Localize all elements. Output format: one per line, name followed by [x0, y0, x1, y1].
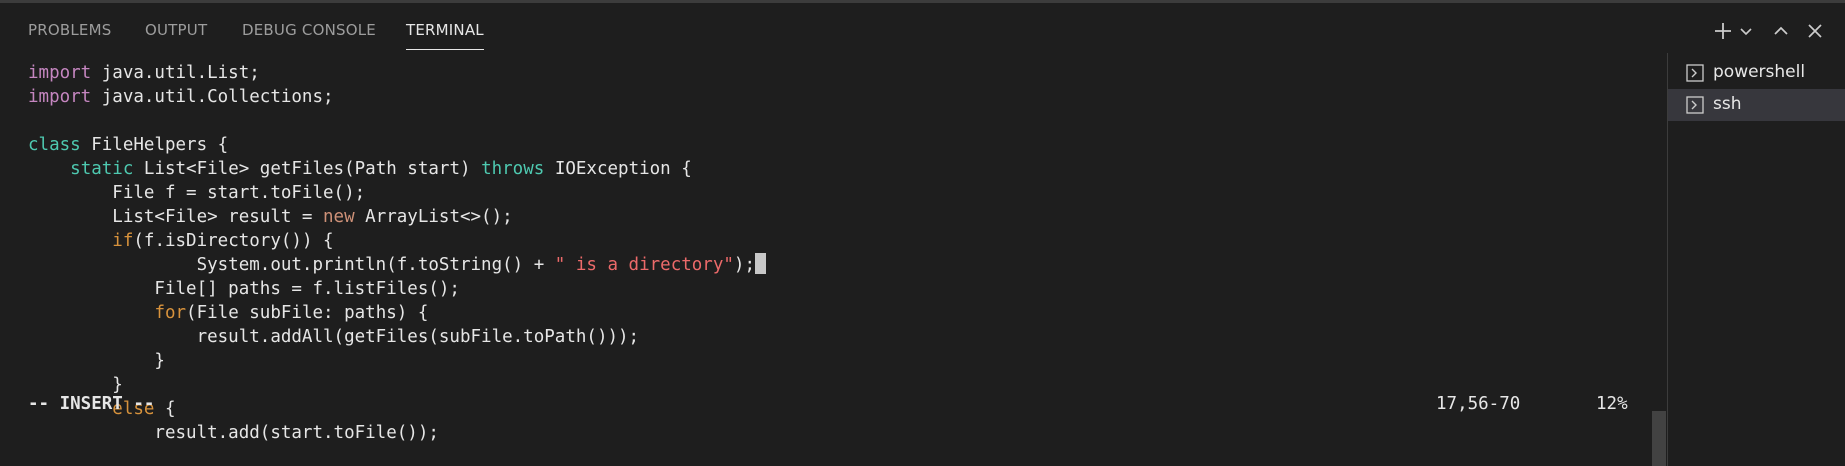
- terminal-item-label: powershell: [1713, 62, 1806, 82]
- terminal-icon: [1686, 64, 1704, 82]
- terminal-item-label: ssh: [1713, 94, 1742, 114]
- code-token: (f.isDirectory()) {: [133, 231, 334, 251]
- code-token: class: [28, 135, 81, 155]
- terminal-list: powershell ssh: [1667, 53, 1845, 466]
- terminal-code: import java.util.List; import java.util.C…: [28, 61, 766, 445]
- scroll-percent: 12%: [1596, 394, 1628, 414]
- plus-icon: [1715, 23, 1731, 39]
- terminal-scrollbar-thumb[interactable]: [1652, 411, 1666, 466]
- code-token: java.util.Collections;: [91, 87, 334, 107]
- code-line: result.add(start.toFile());: [28, 421, 766, 445]
- code-token: result.add(start.toFile());: [28, 423, 439, 443]
- code-token: );: [733, 255, 755, 275]
- terminal-icon: [1686, 96, 1704, 114]
- code-token: File f = start.toFile();: [28, 183, 366, 203]
- code-token: FileHelpers {: [80, 135, 229, 155]
- terminal-item-ssh[interactable]: ssh: [1668, 89, 1845, 121]
- tab-output[interactable]: OUTPUT: [145, 21, 207, 49]
- code-line: }: [28, 349, 766, 373]
- code-token: }: [28, 351, 165, 371]
- code-line: if(f.isDirectory()) {: [28, 229, 766, 253]
- code-line: File[] paths = f.listFiles();: [28, 277, 766, 301]
- code-token: List<File> getFiles(Path start): [133, 159, 482, 179]
- maximize-panel-button[interactable]: [1768, 15, 1794, 47]
- code-token: import: [28, 87, 92, 107]
- code-token: " is a directory": [554, 255, 734, 275]
- code-line: class FileHelpers {: [28, 133, 766, 157]
- code-token: static: [70, 159, 134, 179]
- tab-terminal[interactable]: TERMINAL: [406, 21, 484, 50]
- code-token: import: [28, 63, 92, 83]
- code-token: System.out.println(f.toString() +: [28, 255, 555, 275]
- code-line: import java.util.Collections;: [28, 85, 766, 109]
- tab-problems[interactable]: PROBLEMS: [28, 21, 111, 49]
- code-line: System.out.println(f.toString() + " is a…: [28, 253, 766, 277]
- code-token: result.addAll(getFiles(subFile.toPath())…: [28, 327, 640, 347]
- terminal-dropdown-button[interactable]: [1733, 15, 1759, 47]
- code-token: IOException {: [544, 159, 692, 179]
- text-cursor: [755, 253, 766, 274]
- terminal-scrollbar[interactable]: [1652, 53, 1666, 466]
- code-line: List<File> result = new ArrayList<>();: [28, 205, 766, 229]
- code-token: (File subFile: paths) {: [186, 303, 429, 323]
- code-token: java.util.List;: [91, 63, 260, 83]
- code-line: static List<File> getFiles(Path start) t…: [28, 157, 766, 181]
- code-token: if: [112, 231, 134, 251]
- cursor-position: 17,56-70: [1436, 394, 1521, 414]
- code-token: for: [154, 303, 187, 323]
- panel-tab-bar: PROBLEMS OUTPUT DEBUG CONSOLE TERMINAL: [0, 3, 1845, 53]
- code-line: import java.util.List;: [28, 61, 766, 85]
- close-icon: [1808, 24, 1822, 38]
- code-token: ArrayList<>();: [354, 207, 513, 227]
- code-token: List<File> result =: [28, 207, 324, 227]
- close-panel-button[interactable]: [1802, 15, 1828, 47]
- vim-mode-indicator: -- INSERT --: [28, 394, 155, 414]
- code-token: new: [323, 207, 355, 227]
- code-token: throws: [481, 159, 545, 179]
- chevron-down-icon: [1740, 28, 1752, 36]
- terminal-item-powershell[interactable]: powershell: [1668, 57, 1845, 89]
- code-line: result.addAll(getFiles(subFile.toPath())…: [28, 325, 766, 349]
- chevron-up-icon: [1774, 26, 1788, 35]
- vim-status-line: -- INSERT -- 17,56-70 12%: [28, 392, 1628, 416]
- tab-debug-console[interactable]: DEBUG CONSOLE: [242, 21, 376, 49]
- code-line: for(File subFile: paths) {: [28, 301, 766, 325]
- code-line: File f = start.toFile();: [28, 181, 766, 205]
- code-token: File[] paths = f.listFiles();: [28, 279, 460, 299]
